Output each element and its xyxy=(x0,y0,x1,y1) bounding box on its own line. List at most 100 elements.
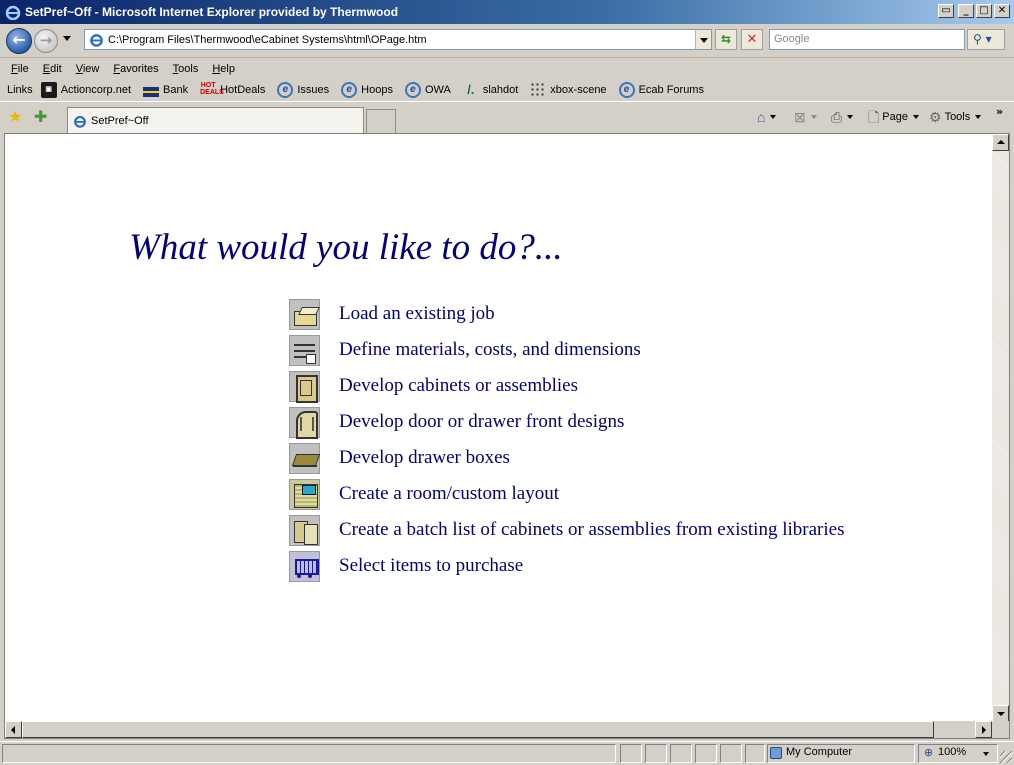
menu-help[interactable]: Help xyxy=(212,63,235,75)
page-heading: What would you like to do?... xyxy=(129,227,563,268)
task-label[interactable]: Develop cabinets or assemblies xyxy=(339,375,578,397)
status-pane xyxy=(720,744,742,763)
status-pane xyxy=(670,744,692,763)
home-button[interactable]: ⌂ xyxy=(757,110,777,124)
menu-edit[interactable]: Edit xyxy=(43,63,62,75)
door-front-icon[interactable] xyxy=(289,406,320,439)
page-content: What would you like to do?... Load an ex… xyxy=(4,133,1010,739)
task-room-layout[interactable]: Create a room/custom layout xyxy=(289,476,844,512)
tab-ie-icon xyxy=(74,115,86,128)
stop-icon: ✕ xyxy=(746,32,758,47)
zoom-magnifier-icon: ⊕ xyxy=(924,746,934,759)
ie-logo-icon xyxy=(5,5,21,20)
add-favorites-icon[interactable]: ✚ xyxy=(34,109,47,125)
shopping-cart-icon[interactable] xyxy=(289,550,320,582)
page-ie-icon xyxy=(90,34,103,47)
maximize-button[interactable]: □ xyxy=(976,4,992,18)
task-define-materials[interactable]: Define materials, costs, and dimensions xyxy=(289,332,844,368)
scroll-up-arrow-icon[interactable] xyxy=(992,134,1009,151)
link-ecab-forums[interactable]: e Ecab Forums xyxy=(618,82,704,98)
new-tab-button[interactable] xyxy=(366,109,396,134)
print-button[interactable]: ⎙ xyxy=(831,110,854,124)
horizontal-scroll-thumb[interactable] xyxy=(22,721,934,738)
address-dropdown-button[interactable] xyxy=(695,30,711,49)
gear-icon: ⚙ xyxy=(929,109,942,125)
minimize-button[interactable]: _ xyxy=(958,4,974,18)
tools-menu-button[interactable]: ⚙ Tools xyxy=(929,109,982,125)
search-button[interactable]: ⚲ ▾ xyxy=(967,29,1005,50)
toolbar-overflow-chevron[interactable]: » xyxy=(996,105,1003,118)
menu-view[interactable]: View xyxy=(76,63,100,75)
ie-page-icon: e xyxy=(404,82,421,98)
address-bar[interactable]: C:\Program Files\Thermwood\eCabinet Syst… xyxy=(84,29,712,50)
back-button[interactable]: ← xyxy=(6,28,32,54)
recent-pages-dropdown[interactable] xyxy=(63,36,71,41)
link-bank[interactable]: Bank xyxy=(143,84,188,97)
open-folder-icon[interactable] xyxy=(289,298,320,330)
horizontal-scrollbar[interactable] xyxy=(5,721,1009,738)
title-bar: SetPref~Off - Microsoft Internet Explore… xyxy=(0,0,1014,24)
link-owa[interactable]: e OWA xyxy=(404,82,451,98)
resize-grip[interactable] xyxy=(1000,751,1012,763)
link-issues[interactable]: e Issues xyxy=(277,82,329,98)
navigation-bar: ← → C:\Program Files\Thermwood\eCabinet … xyxy=(0,24,1014,58)
close-button[interactable]: ✕ xyxy=(994,4,1010,18)
ie-page-icon: e xyxy=(277,82,294,98)
task-label[interactable]: Create a room/custom layout xyxy=(339,483,559,505)
zoom-level[interactable]: 100% xyxy=(938,746,966,758)
scroll-left-arrow-icon[interactable] xyxy=(5,721,22,738)
favorites-center-star-icon[interactable]: ★ xyxy=(8,109,22,125)
task-develop-cabinets[interactable]: Develop cabinets or assemblies xyxy=(289,368,844,404)
scroll-right-arrow-icon[interactable] xyxy=(975,721,992,738)
drawer-box-icon[interactable] xyxy=(289,442,320,474)
scroll-down-arrow-icon[interactable] xyxy=(992,705,1009,722)
link-slashdot[interactable]: /. slahdot xyxy=(463,82,518,98)
tab-title: SetPref~Off xyxy=(91,115,149,127)
task-list: Load an existing job Define materials, c… xyxy=(289,296,844,584)
room-layout-icon[interactable] xyxy=(289,478,320,510)
search-input[interactable]: Google xyxy=(769,29,965,50)
menu-tools[interactable]: Tools xyxy=(173,63,199,75)
task-purchase[interactable]: Select items to purchase xyxy=(289,548,844,584)
task-label[interactable]: Develop drawer boxes xyxy=(339,447,510,469)
window-controls: ▭ _ □ ✕ xyxy=(938,4,1010,18)
slashdot-icon: /. xyxy=(467,82,475,97)
hot-deals-icon: HOT DEALS xyxy=(200,82,224,96)
link-hotdeals[interactable]: HOT DEALS HotDeals xyxy=(200,82,265,98)
refresh-icon: ⇆ xyxy=(720,32,732,46)
restore-to-tray-icon[interactable]: ▭ xyxy=(938,4,954,18)
zoom-dropdown-icon[interactable] xyxy=(983,752,989,756)
task-label[interactable]: Develop door or drawer front designs xyxy=(339,411,624,433)
link-xbox-scene[interactable]: xbox-scene xyxy=(530,82,607,98)
menu-bar: File Edit View Favorites Tools Help xyxy=(0,59,1014,79)
task-batch-list[interactable]: Create a batch list of cabinets or assem… xyxy=(289,512,844,548)
task-label[interactable]: Create a batch list of cabinets or assem… xyxy=(339,519,844,541)
page-menu-button[interactable]: 🗋 Page xyxy=(868,110,919,124)
status-text-pane xyxy=(2,744,616,763)
status-pane xyxy=(695,744,717,763)
task-label[interactable]: Load an existing job xyxy=(339,303,495,325)
scrollbar-corner xyxy=(992,721,1009,738)
vertical-scrollbar[interactable] xyxy=(992,134,1009,722)
task-load-job[interactable]: Load an existing job xyxy=(289,296,844,332)
task-develop-drawer-boxes[interactable]: Develop drawer boxes xyxy=(289,440,844,476)
menu-favorites[interactable]: Favorites xyxy=(113,63,158,75)
status-pane xyxy=(645,744,667,763)
cabinet-icon[interactable] xyxy=(289,370,320,403)
task-label[interactable]: Select items to purchase xyxy=(339,555,523,577)
link-hoops[interactable]: e Hoops xyxy=(341,82,393,98)
task-develop-doors[interactable]: Develop door or drawer front designs xyxy=(289,404,844,440)
forward-button[interactable]: → xyxy=(34,29,58,53)
feeds-button[interactable]: ⊠ xyxy=(794,110,817,124)
refresh-button[interactable]: ⇆ xyxy=(715,29,737,50)
settings-sliders-icon[interactable] xyxy=(289,334,320,366)
address-input[interactable]: C:\Program Files\Thermwood\eCabinet Syst… xyxy=(108,34,695,46)
link-actioncorp[interactable]: ▣ Actioncorp.net xyxy=(40,82,131,98)
tab-setpref[interactable]: SetPref~Off xyxy=(67,107,364,134)
task-label[interactable]: Define materials, costs, and dimensions xyxy=(339,339,641,361)
status-pane xyxy=(620,744,642,763)
batch-list-icon[interactable] xyxy=(289,514,320,546)
stop-button[interactable]: ✕ xyxy=(741,29,763,50)
menu-file[interactable]: File xyxy=(11,63,29,75)
actioncorp-icon: ▣ xyxy=(40,82,57,98)
